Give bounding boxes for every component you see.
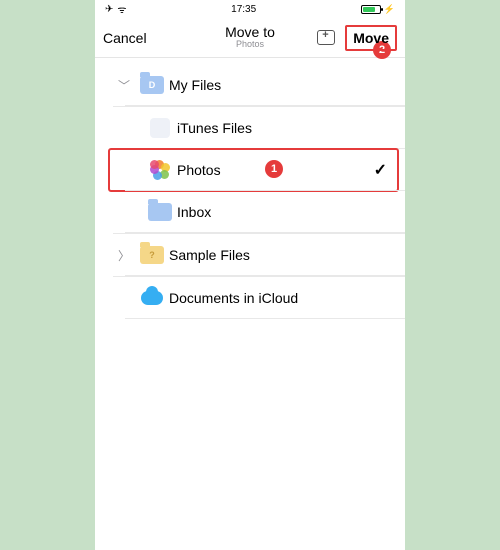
folder-label: Inbox: [177, 204, 393, 220]
wifi-icon: ᯤ: [117, 2, 126, 16]
photos-icon: [143, 160, 177, 180]
status-bar: ✈ ᯤ 17:35 ⚡: [95, 0, 405, 18]
list-item-sample[interactable]: 〉 ? Sample Files: [95, 234, 405, 276]
move-button[interactable]: Move: [345, 25, 397, 51]
folder-label: Sample Files: [169, 247, 393, 263]
battery-icon: [361, 5, 381, 14]
cloud-icon: [135, 291, 169, 305]
folder-list: ﹀ D My Files iTunes Files Photos: [95, 58, 405, 319]
charging-icon: ⚡: [384, 4, 395, 15]
list-item-icloud[interactable]: Documents in iCloud: [95, 277, 405, 319]
nav-bar: Cancel Move to Photos Move: [95, 18, 405, 58]
folder-icon: ?: [135, 246, 169, 264]
list-item-itunes[interactable]: iTunes Files: [95, 107, 405, 149]
new-folder-icon[interactable]: [317, 30, 335, 45]
folder-icon: [143, 203, 177, 221]
folder-label: My Files: [169, 77, 393, 93]
list-item-myfiles[interactable]: ﹀ D My Files: [95, 64, 405, 106]
status-time: 17:35: [231, 4, 256, 15]
cancel-button[interactable]: Cancel: [103, 30, 147, 46]
airplane-icon: ✈: [105, 4, 113, 15]
folder-icon: D: [135, 76, 169, 94]
list-item-inbox[interactable]: Inbox: [95, 191, 405, 233]
chevron-right-icon[interactable]: 〉: [113, 247, 135, 264]
list-item-photos[interactable]: Photos 1 ✓: [95, 149, 405, 191]
chevron-down-icon[interactable]: ﹀: [113, 77, 135, 94]
itunes-icon: [143, 118, 177, 138]
checkmark-icon: ✓: [374, 160, 393, 180]
folder-label: iTunes Files: [177, 120, 393, 136]
phone-frame: ✈ ᯤ 17:35 ⚡ Cancel Move to Photos Move 2…: [95, 0, 405, 550]
folder-label: Documents in iCloud: [169, 290, 393, 306]
callout-badge-1: 1: [265, 160, 283, 178]
